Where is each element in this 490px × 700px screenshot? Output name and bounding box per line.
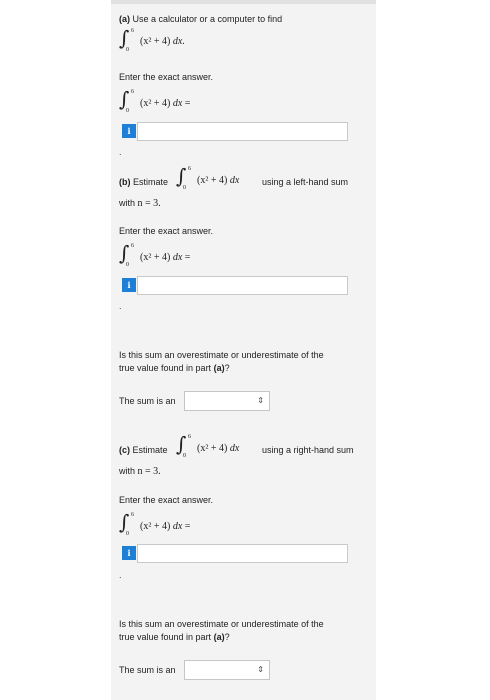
equals: =	[184, 521, 191, 532]
part-a-instruction: (a) Use a calculator or a computer to fi…	[119, 13, 282, 25]
dx: dx	[172, 36, 183, 47]
lower-limit: 0	[126, 47, 129, 53]
equals: =	[184, 98, 191, 109]
part-c-over-under-select[interactable]: ⇕	[184, 660, 270, 680]
part-b-suffix: using a left-hand sum	[262, 177, 349, 187]
dx: dx	[172, 98, 183, 109]
dx: dx	[229, 175, 240, 186]
part-b-over-under-select[interactable]: ⇕	[184, 391, 270, 411]
integral-sign: ∫	[119, 241, 130, 265]
period: .	[182, 36, 185, 47]
dx: dx	[229, 443, 240, 454]
part-b-estimate: (b) Estimate	[119, 176, 168, 188]
info-icon[interactable]: i	[122, 124, 136, 138]
with-label: with	[119, 198, 136, 208]
lower-limit: 0	[126, 531, 129, 537]
integrand: (x² + 4)	[197, 443, 228, 454]
part-c-suffix: using a right-hand sum	[262, 445, 354, 455]
integral-expression: (x² + 4) dx =	[140, 98, 190, 109]
upper-limit: 6	[131, 512, 134, 518]
integrand: (x² + 4)	[140, 36, 171, 47]
part-c-estimate-word: Estimate	[132, 445, 168, 455]
integrand: (x² + 4)	[140, 252, 171, 263]
part-a-exact-prompt: Enter the exact answer.	[119, 72, 214, 82]
upper-limit: 6	[131, 243, 134, 249]
separator-dot: .	[119, 147, 122, 157]
integral-sign: ∫	[119, 87, 130, 111]
equals: =	[184, 252, 191, 263]
integral-sign: ∫	[176, 164, 187, 188]
question-mark: ?	[224, 363, 230, 373]
part-ref: (a)	[213, 632, 225, 642]
part-b-exact-prompt: Enter the exact answer.	[119, 226, 214, 236]
part-a-label: (a)	[119, 14, 130, 24]
page: (a) Use a calculator or a computer to fi…	[0, 0, 490, 700]
dx: dx	[172, 521, 183, 532]
integral-sign: ∫	[119, 26, 130, 50]
integral-expression: (x² + 4) dx.	[140, 36, 185, 47]
dx: dx	[172, 252, 183, 263]
part-a-answer-input[interactable]	[137, 122, 348, 141]
part-b-label: (b)	[119, 177, 131, 187]
part-c-n: with n = 3.	[119, 465, 161, 478]
upper-limit: 6	[188, 434, 191, 440]
integral-expression: (x² + 4) dx	[197, 175, 239, 186]
updown-chevron-icon: ⇕	[257, 396, 264, 405]
part-c-answer-input[interactable]	[137, 544, 348, 563]
part-c-over-under-question-line2: true value found in part (a)?	[119, 631, 230, 643]
part-b-sum-label: The sum is an	[119, 396, 176, 406]
integrand: (x² + 4)	[197, 175, 228, 186]
integral-expression: (x² + 4) dx =	[140, 252, 190, 263]
with-label: with	[119, 466, 136, 476]
upper-limit: 6	[188, 166, 191, 172]
integral-expression: (x² + 4) dx	[197, 443, 239, 454]
integrand: (x² + 4)	[140, 98, 171, 109]
part-a-instruction-text: Use a calculator or a computer to find	[132, 14, 283, 24]
upper-limit: 6	[131, 89, 134, 95]
part-b-answer-input[interactable]	[137, 276, 348, 295]
part-c-over-under-question-line1: Is this sum an overestimate or underesti…	[119, 619, 324, 629]
part-ref: (a)	[213, 363, 225, 373]
integral-sign: ∫	[119, 510, 130, 534]
question-text: true value found in part	[119, 363, 212, 373]
part-b-over-under-question-line2: true value found in part (a)?	[119, 362, 230, 374]
upper-limit: 6	[131, 28, 134, 34]
lower-limit: 0	[126, 262, 129, 268]
lower-limit: 0	[183, 185, 186, 191]
part-c-label: (c)	[119, 445, 130, 455]
lower-limit: 0	[183, 453, 186, 459]
separator-dot: .	[119, 301, 122, 311]
integral-expression: (x² + 4) dx =	[140, 521, 190, 532]
updown-chevron-icon: ⇕	[257, 665, 264, 674]
info-icon[interactable]: i	[122, 546, 136, 560]
integrand: (x² + 4)	[140, 521, 171, 532]
part-b-n: with n = 3.	[119, 197, 161, 210]
part-c-exact-prompt: Enter the exact answer.	[119, 495, 214, 505]
integral-sign: ∫	[176, 432, 187, 456]
n-expression: n = 3.	[137, 466, 161, 477]
question-mark: ?	[224, 632, 230, 642]
part-c-estimate: (c) Estimate	[119, 444, 168, 456]
part-b-estimate-word: Estimate	[133, 177, 169, 187]
info-icon[interactable]: i	[122, 278, 136, 292]
part-c-sum-label: The sum is an	[119, 665, 176, 675]
panel-top-border	[111, 0, 376, 4]
lower-limit: 0	[126, 108, 129, 114]
separator-dot: .	[119, 570, 122, 580]
n-expression: n = 3.	[137, 198, 161, 209]
part-b-over-under-question-line1: Is this sum an overestimate or underesti…	[119, 350, 324, 360]
question-text: true value found in part	[119, 632, 212, 642]
